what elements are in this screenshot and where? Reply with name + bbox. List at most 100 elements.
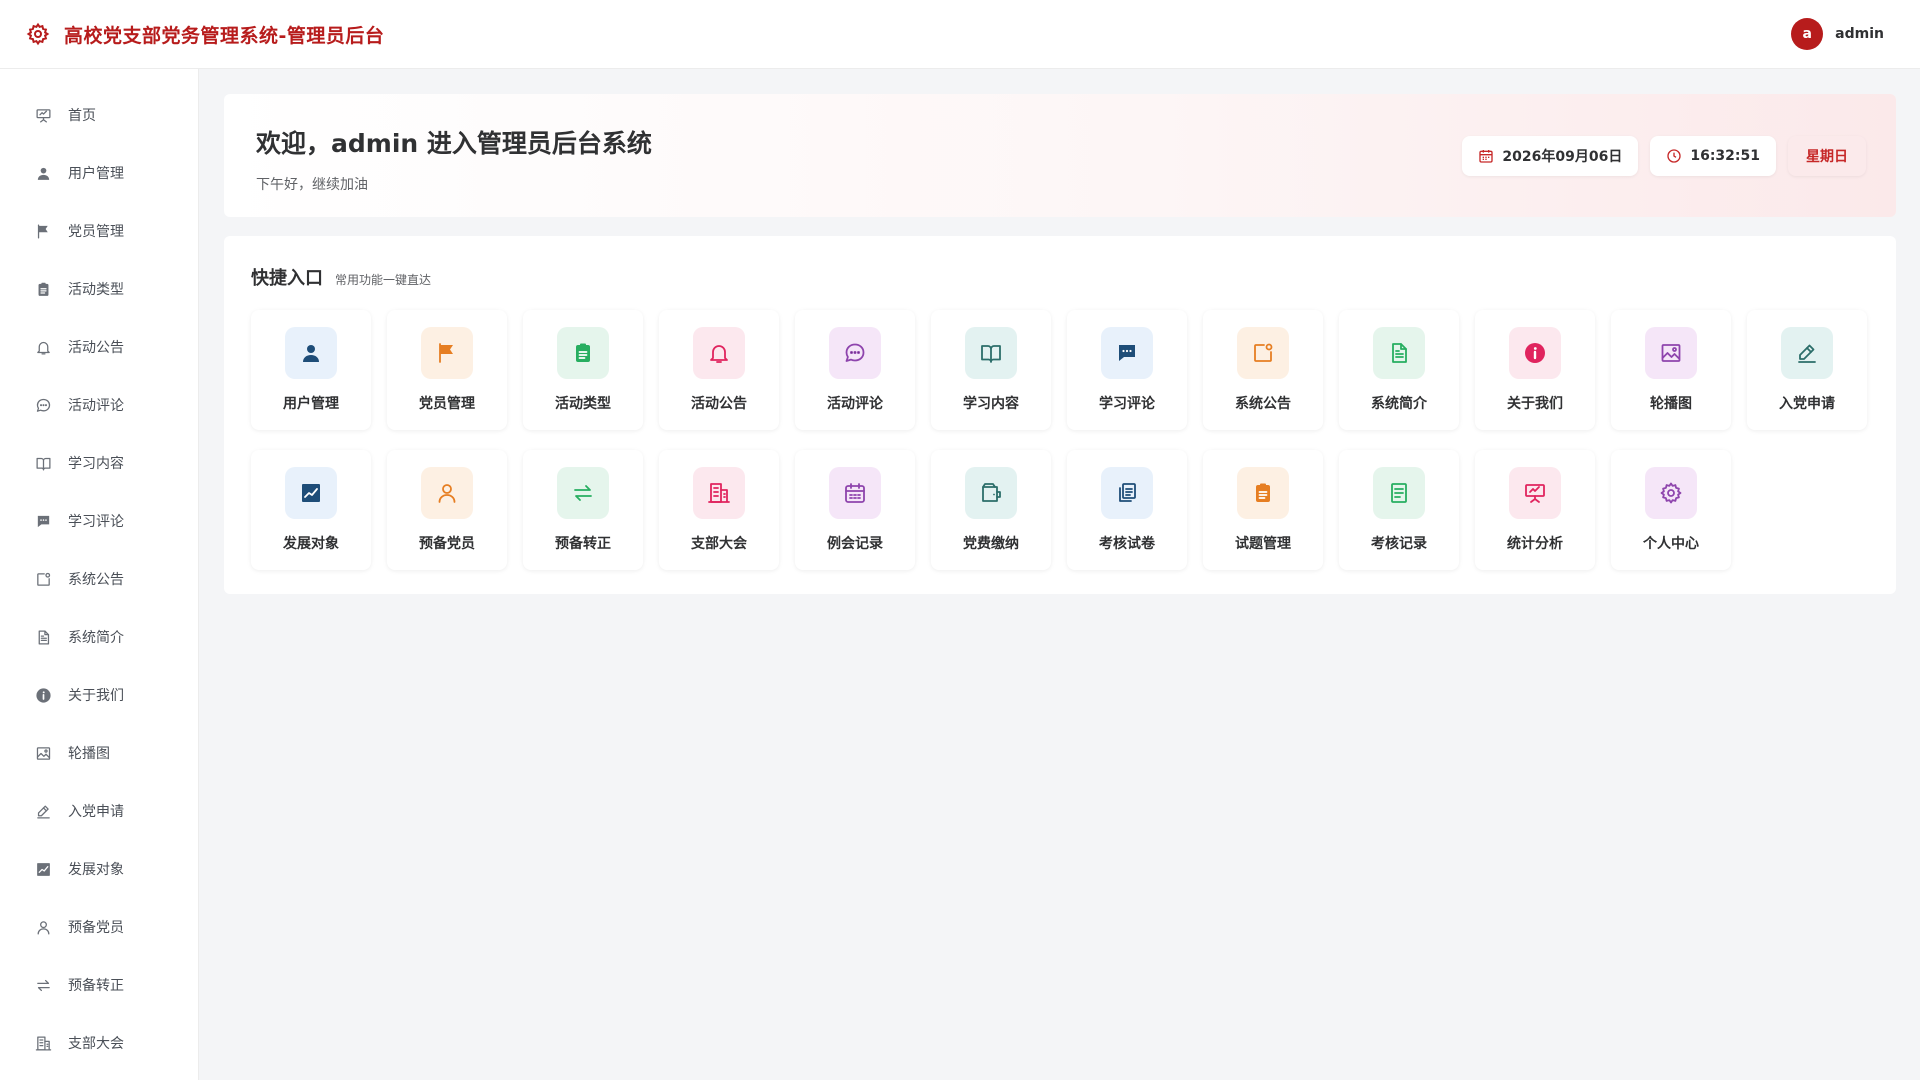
quick-entry-label: 预备转正 — [555, 536, 611, 552]
flag-icon — [421, 327, 473, 379]
sidebar-item[interactable]: 活动类型 — [0, 260, 198, 318]
sidebar-item[interactable]: 学习内容 — [0, 434, 198, 492]
clipboard-icon — [557, 327, 609, 379]
quick-entry-tile[interactable]: 学习评论 — [1067, 310, 1187, 430]
sidebar-item-label: 入党申请 — [68, 804, 124, 820]
document-icon — [34, 628, 52, 646]
quick-entry-label: 系统公告 — [1235, 396, 1291, 412]
sidebar-item-label: 活动评论 — [68, 398, 124, 414]
weekday-text: 星期日 — [1806, 149, 1848, 165]
date-chip: 2026年09月06日 — [1462, 136, 1639, 176]
presentation-icon — [1509, 467, 1561, 519]
quick-entry-tile[interactable]: 考核试卷 — [1067, 450, 1187, 570]
sidebar-item[interactable]: 关于我们 — [0, 666, 198, 724]
sidebar-item-label: 轮播图 — [68, 746, 110, 762]
edit-icon — [1781, 327, 1833, 379]
quick-entry-label: 预备党员 — [419, 536, 475, 552]
quick-entry-label: 用户管理 — [283, 396, 339, 412]
sidebar-item-label: 活动类型 — [68, 282, 124, 298]
username[interactable]: admin — [1835, 26, 1884, 42]
clipboard-icon — [1237, 467, 1289, 519]
quick-entry-label: 统计分析 — [1507, 536, 1563, 552]
quick-entry-tile[interactable]: 入党申请 — [1747, 310, 1867, 430]
sidebar-item[interactable]: 用户管理 — [0, 144, 198, 202]
quick-entry-label: 系统简介 — [1371, 396, 1427, 412]
welcome-subtitle: 下午好，继续加油 — [256, 177, 368, 193]
sidebar-item[interactable]: 首页 — [0, 86, 198, 144]
quick-entry-tile[interactable]: 学习内容 — [931, 310, 1051, 430]
brand[interactable]: 高校党支部党务管理系统-管理员后台 — [24, 20, 384, 48]
quick-entry-tile[interactable]: 系统简介 — [1339, 310, 1459, 430]
quick-entry-tile[interactable]: 轮播图 — [1611, 310, 1731, 430]
calendar-icon — [1478, 148, 1494, 164]
transfer-icon — [557, 467, 609, 519]
notice-icon — [1237, 327, 1289, 379]
sidebar-item-label: 关于我们 — [68, 688, 124, 704]
quick-entry-label: 入党申请 — [1779, 396, 1835, 412]
avatar[interactable]: a — [1791, 18, 1824, 50]
sidebar-item[interactable]: 预备转正 — [0, 956, 198, 1014]
quick-entry-label: 学习内容 — [963, 396, 1019, 412]
sidebar-item[interactable]: 发展对象 — [0, 840, 198, 898]
quick-entry-tile[interactable]: 活动评论 — [795, 310, 915, 430]
sidebar-item[interactable]: 轮播图 — [0, 724, 198, 782]
sidebar-item[interactable]: 入党申请 — [0, 782, 198, 840]
clipboard-icon — [34, 280, 52, 298]
sidebar-item-label: 发展对象 — [68, 862, 124, 878]
quick-entry-tile[interactable]: 发展对象 — [251, 450, 371, 570]
quick-entry-tile[interactable]: 党费缴纳 — [931, 450, 1051, 570]
gear-icon — [1645, 467, 1697, 519]
quick-entry-tile[interactable]: 支部大会 — [659, 450, 779, 570]
sidebar-item-label: 首页 — [68, 108, 96, 124]
sidebar-item-label: 支部大会 — [68, 1036, 124, 1052]
calendar-icon — [829, 467, 881, 519]
sidebar-item[interactable]: 系统公告 — [0, 550, 198, 608]
sidebar-item-label: 学习评论 — [68, 514, 124, 530]
sidebar-item-label: 用户管理 — [68, 166, 124, 182]
bell-icon — [693, 327, 745, 379]
book-icon — [965, 327, 1017, 379]
quick-entry-subtitle: 常用功能一键直达 — [335, 273, 432, 287]
user-menu[interactable]: a admin — [1791, 18, 1884, 50]
notice-icon — [34, 570, 52, 588]
quick-entry-tile[interactable]: 党员管理 — [387, 310, 507, 430]
quick-entry-tile[interactable]: 统计分析 — [1475, 450, 1595, 570]
sidebar-item[interactable]: 党员管理 — [0, 202, 198, 260]
quick-entry-tile[interactable]: 预备转正 — [523, 450, 643, 570]
sidebar: 首页用户管理党员管理活动类型活动公告活动评论学习内容学习评论系统公告 系统简介关于… — [0, 69, 199, 1080]
sidebar-item-label: 党员管理 — [68, 224, 124, 240]
sidebar-item[interactable]: 系统简介 — [0, 608, 198, 666]
quick-entry-tile[interactable]: 活动类型 — [523, 310, 643, 430]
sidebar-item[interactable]: 学习评论 — [0, 492, 198, 550]
sidebar-item[interactable]: 支部大会 — [0, 1014, 198, 1072]
quick-entry-label: 考核试卷 — [1099, 536, 1155, 552]
comment-icon — [1101, 327, 1153, 379]
quick-entry-tile[interactable]: 关于我们 — [1475, 310, 1595, 430]
quick-entry-tile[interactable]: 考核记录 — [1339, 450, 1459, 570]
quick-entry-tile[interactable]: 预备党员 — [387, 450, 507, 570]
gear-icon — [24, 20, 52, 48]
quick-entry-label: 党费缴纳 — [963, 536, 1019, 552]
person-icon — [34, 918, 52, 936]
user-icon — [34, 164, 52, 182]
wallet-icon — [965, 467, 1017, 519]
weekday-chip: 星期日 — [1788, 136, 1866, 176]
image-icon — [1645, 327, 1697, 379]
sidebar-item[interactable]: 活动公告 — [0, 318, 198, 376]
chart-icon — [34, 860, 52, 878]
sidebar-item-label: 活动公告 — [68, 340, 124, 356]
quick-entry-tile[interactable]: 系统公告 — [1203, 310, 1323, 430]
quick-entry-label: 活动评论 — [827, 396, 883, 412]
sidebar-item[interactable]: 活动评论 — [0, 376, 198, 434]
quick-entry-tile[interactable]: 试题管理 — [1203, 450, 1323, 570]
quick-entry-header: 快捷入口 常用功能一键直达 — [251, 264, 1869, 290]
quick-entry-label: 活动公告 — [691, 396, 747, 412]
sidebar-item[interactable]: 预备党员 — [0, 898, 198, 956]
sidebar-item-label: 预备转正 — [68, 978, 124, 994]
quick-entry-tile[interactable]: 用户管理 — [251, 310, 371, 430]
quick-entry-label: 个人中心 — [1643, 536, 1699, 552]
quick-entry-tile[interactable]: 个人中心 — [1611, 450, 1731, 570]
datetime-chips: 2026年09月06日 16:32:51 星期日 — [1462, 136, 1866, 176]
quick-entry-tile[interactable]: 例会记录 — [795, 450, 915, 570]
quick-entry-tile[interactable]: 活动公告 — [659, 310, 779, 430]
